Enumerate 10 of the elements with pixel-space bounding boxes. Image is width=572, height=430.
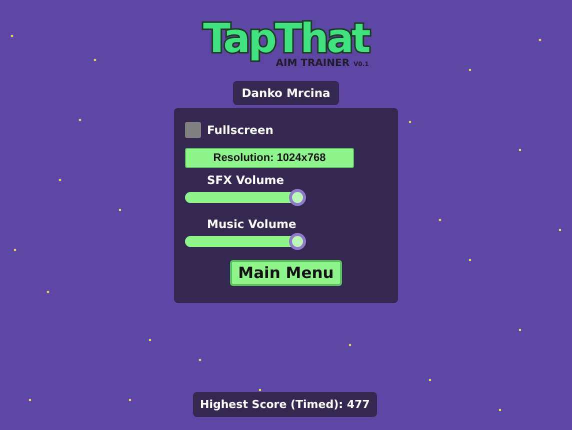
volume-label: SFX Volume	[207, 173, 286, 187]
fullscreen-checkbox[interactable]	[185, 122, 201, 138]
main-menu-button[interactable]: Main Menu	[230, 260, 342, 286]
volume-slider[interactable]	[185, 233, 306, 250]
volume-label: Music Volume	[207, 217, 298, 231]
volume-slider[interactable]	[185, 189, 306, 206]
highest-score-label: Highest Score (Timed): 477	[193, 392, 377, 417]
resolution-button[interactable]: Resolution: 1024x768	[185, 148, 354, 168]
fullscreen-label: Fullscreen	[207, 123, 274, 137]
player-name-label: Danko Mrcina	[232, 81, 340, 105]
